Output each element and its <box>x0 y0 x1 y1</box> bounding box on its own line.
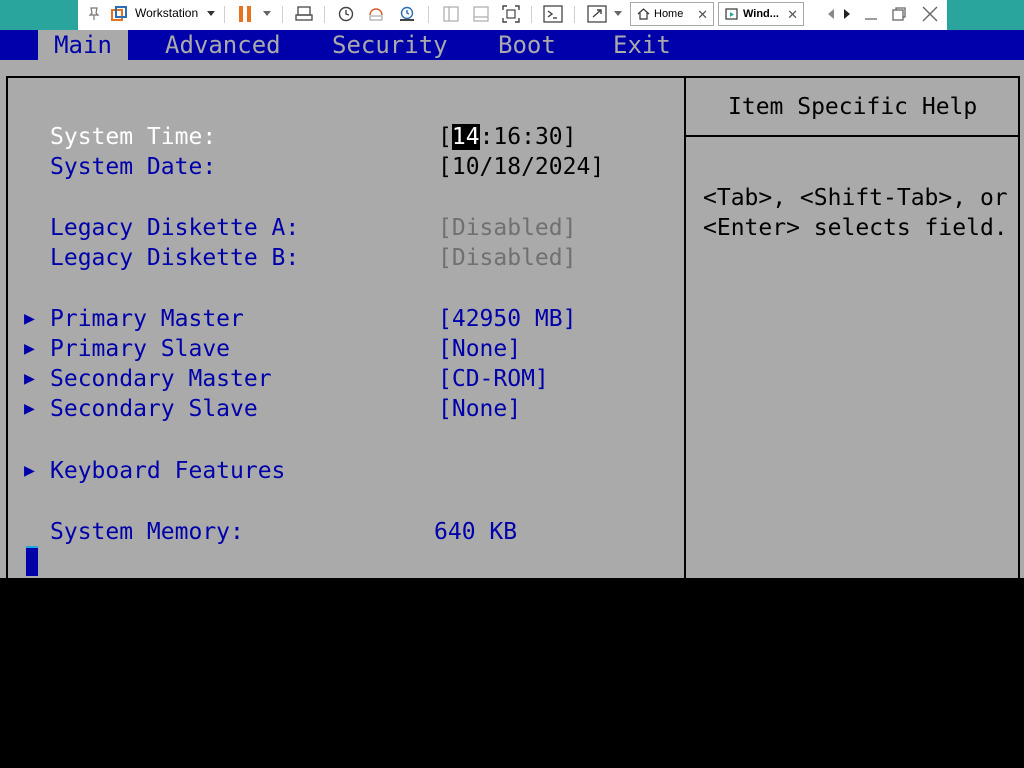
minimize-icon[interactable] <box>860 0 882 28</box>
close-icon[interactable] <box>918 0 942 28</box>
unrendered-console-area <box>0 578 1024 768</box>
submenu-arrow-icon: ▶ <box>24 338 35 359</box>
fullscreen-icon[interactable] <box>499 0 523 28</box>
pause-icon[interactable] <box>234 0 256 28</box>
snapshot-icon[interactable] <box>335 0 357 28</box>
legacy-diskette-a-label: Legacy Diskette A: <box>50 215 300 241</box>
bios-screen[interactable]: Main Advanced Security Boot Exit Item Sp… <box>0 30 1024 578</box>
bios-menubar: Main Advanced Security Boot Exit <box>0 30 1024 60</box>
revert-snapshot-icon[interactable] <box>365 0 387 28</box>
chevron-down-icon[interactable] <box>205 0 217 28</box>
menu-exit[interactable]: Exit <box>613 30 671 60</box>
secondary-master-item[interactable]: Secondary Master <box>50 364 272 394</box>
menu-advanced[interactable]: Advanced <box>165 30 281 60</box>
secondary-slave-value: [None] <box>438 396 522 422</box>
tab-label: Wind... <box>743 8 779 20</box>
system-time-value[interactable]: [14:16:30] <box>438 122 577 152</box>
submenu-arrow-icon: ▶ <box>24 398 35 419</box>
snapshot-manager-icon[interactable] <box>396 0 418 28</box>
menu-boot[interactable]: Boot <box>498 30 556 60</box>
tab-vm[interactable]: Wind... ✕ <box>718 2 804 26</box>
legacy-diskette-b-value[interactable]: [Disabled] <box>438 243 576 273</box>
help-line: <Tab>, <Shift-Tab>, or <box>703 185 1008 211</box>
text-cursor <box>26 548 38 576</box>
primary-master-value: [42950 MB] <box>438 306 577 332</box>
vmware-logo-icon <box>109 0 129 28</box>
vm-library-label[interactable]: Workstation <box>135 6 198 20</box>
system-memory-value: 640 KB <box>434 519 518 545</box>
menu-security[interactable]: Security <box>332 30 448 60</box>
primary-slave-item[interactable]: Primary Slave <box>50 334 230 364</box>
chevron-down-icon[interactable] <box>611 0 625 28</box>
legacy-diskette-b-label: Legacy Diskette B: <box>50 245 300 271</box>
chevron-right-icon[interactable] <box>840 0 854 28</box>
keyboard-features-item[interactable]: Keyboard Features <box>50 456 285 486</box>
secondary-slave-item[interactable]: Secondary Slave <box>50 394 258 424</box>
home-icon <box>637 8 650 20</box>
help-divider <box>686 135 1020 137</box>
close-icon[interactable]: ✕ <box>697 7 708 23</box>
library-view-icon[interactable] <box>440 0 462 28</box>
chevron-down-icon[interactable] <box>260 0 274 28</box>
vm-icon <box>725 7 738 20</box>
system-time-label: System Time: <box>50 124 217 150</box>
tab-label: Home <box>654 8 684 20</box>
help-panel <box>684 76 1020 578</box>
stretch-icon[interactable] <box>585 0 609 28</box>
field-cursor[interactable]: 14 <box>451 124 480 150</box>
restore-icon[interactable] <box>888 0 910 28</box>
vmware-toolbar: Workstation Home ✕ Wind... ✕ <box>0 0 1024 30</box>
legacy-diskette-a-value[interactable]: [Disabled] <box>438 213 576 243</box>
submenu-arrow-icon: ▶ <box>24 308 35 329</box>
primary-master-item[interactable]: Primary Master <box>50 304 244 334</box>
send-ctrl-alt-del-icon[interactable] <box>293 0 315 28</box>
system-date-label: System Date: <box>50 154 217 180</box>
toolbar-strip: Workstation Home ✕ Wind... ✕ <box>78 0 947 30</box>
help-line: <Enter> selects field. <box>703 215 1008 241</box>
close-icon[interactable]: ✕ <box>787 7 798 23</box>
system-date-value[interactable]: [10/18/2024] <box>438 152 604 182</box>
tab-home[interactable]: Home ✕ <box>630 2 714 26</box>
chevron-left-icon[interactable] <box>824 0 838 28</box>
thumbnail-view-icon[interactable] <box>470 0 492 28</box>
menu-main[interactable]: Main <box>38 30 128 60</box>
pin-icon[interactable] <box>82 0 106 28</box>
secondary-master-value: [CD-ROM] <box>438 366 549 392</box>
console-view-icon[interactable] <box>541 0 565 28</box>
submenu-arrow-icon: ▶ <box>24 460 35 481</box>
primary-slave-value: [None] <box>438 336 522 362</box>
help-title: Item Specific Help <box>728 94 978 120</box>
system-memory-label: System Memory: <box>50 519 244 545</box>
submenu-arrow-icon: ▶ <box>24 368 35 389</box>
